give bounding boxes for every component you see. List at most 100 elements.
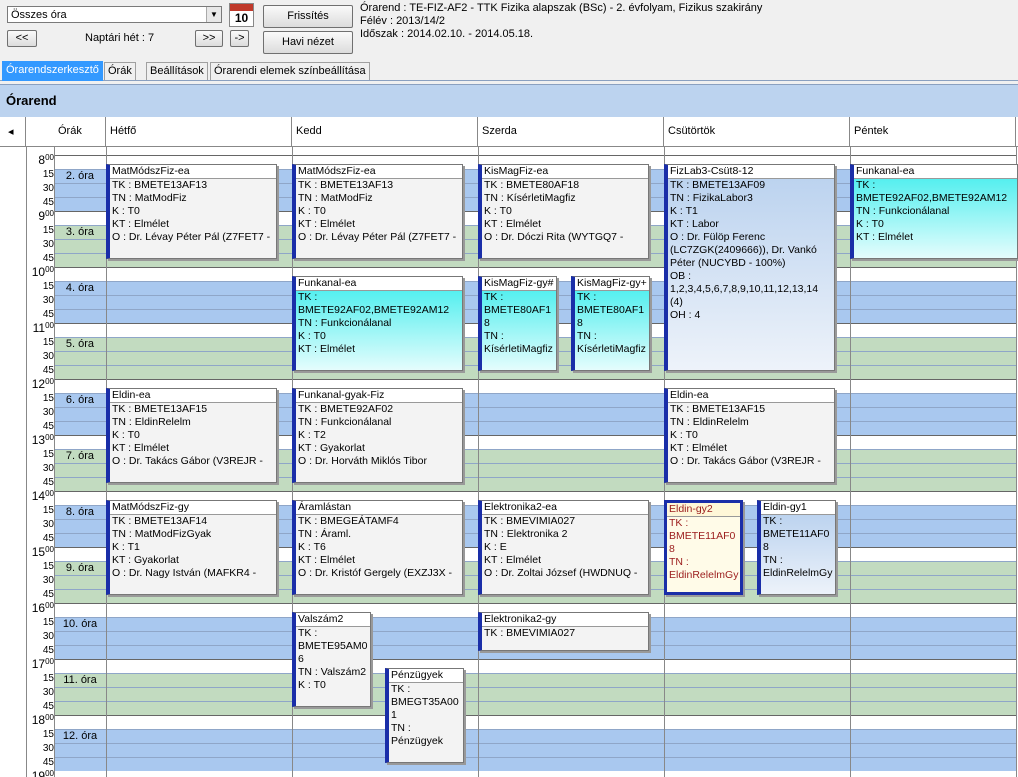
tab-settings[interactable]: Beállítások	[146, 62, 208, 80]
event-card[interactable]: Valszám2 TK : BMETE95AM0 6 TN : Valszám2 K : …	[292, 612, 371, 707]
event-detail: TN : Valszám2	[298, 666, 367, 678]
grid-row	[54, 715, 1016, 729]
minute-label: 15	[42, 617, 54, 628]
filter-combobox-value: Összes óra	[11, 9, 67, 21]
event-detail: O : Dr. Takács Gábor (V3REJR -	[670, 455, 821, 467]
event-detail: TN :	[391, 722, 411, 734]
event-card[interactable]: Elektronika2-gy TK : BMEVIMIA027	[478, 612, 649, 651]
minute-label: 45	[42, 645, 54, 656]
refresh-button[interactable]: Frissítés	[263, 5, 353, 28]
slot-label: 7. óra	[65, 450, 95, 462]
header-friday: Péntek	[850, 117, 1016, 147]
period-info: Időszak : 2014.02.10. - 2014.05.18.	[360, 28, 534, 40]
minute-label: 45	[42, 757, 54, 768]
minute-label: 30	[42, 687, 54, 698]
chevron-down-icon[interactable]: ▼	[206, 7, 221, 22]
minute-label: 15	[42, 673, 54, 684]
event-card[interactable]: MatMódszFiz-ea TK : BMETE13AF13 TN : MatMo…	[292, 164, 463, 259]
minute-label: 30	[42, 631, 54, 642]
event-card[interactable]: Eldin-ea TK : BMETE13AF15 TN : EldinRelelm…	[664, 388, 835, 483]
minute-label: 15	[42, 169, 54, 180]
event-detail: TN : EldinRelelm	[112, 416, 191, 428]
event-detail: 8	[669, 543, 675, 555]
event-title: Eldin-gy1	[761, 501, 835, 515]
slot-label: 10. óra	[62, 618, 98, 630]
tab-color-settings[interactable]: Órarendi elemek színbeállítása	[210, 62, 370, 80]
event-detail: TK : BMETE13AF09	[670, 179, 766, 191]
month-view-button[interactable]: Havi nézet	[263, 31, 353, 54]
minute-label: 15	[42, 505, 54, 516]
event-detail: K : T0	[298, 679, 326, 691]
event-title: Funkanal-ea	[854, 165, 1017, 179]
event-detail: TN : Elektronika 2	[484, 528, 568, 540]
slot-label: 6. óra	[65, 394, 95, 406]
minute-label: 45	[42, 421, 54, 432]
event-detail: O : Dr. Dóczi Rita (WYTGQ7 -	[484, 231, 624, 243]
hour-label: 900	[38, 209, 54, 223]
event-detail: O : Dr. Fülöp Ferenc	[670, 231, 766, 243]
event-detail: TN : MatModFizGyak	[112, 528, 212, 540]
event-detail: TN : MatModFiz	[112, 192, 187, 204]
event-detail: KT : Labor	[670, 218, 719, 230]
event-detail: OB :	[670, 270, 692, 282]
event-card[interactable]: MatMódszFiz-gy TK : BMETE13AF14 TN : MatMo…	[106, 500, 277, 595]
next-week-button[interactable]: >>	[195, 30, 223, 47]
event-title: KisMagFiz-gy+	[575, 277, 649, 291]
event-card[interactable]: FizLab3-Csüt8-12 TK : BMETE13AF09 TN : Fiz…	[664, 164, 835, 371]
hour-label: 1700	[31, 657, 54, 671]
event-detail: K : T0	[298, 330, 326, 342]
event-detail: 8	[484, 317, 490, 329]
tab-lessons[interactable]: Órák	[104, 62, 136, 80]
prev-week-button[interactable]: <<	[7, 30, 37, 47]
minute-label: 45	[42, 589, 54, 600]
event-card[interactable]: KisMagFiz-ea TK : BMETE80AF18 TN : Kísérle…	[478, 164, 649, 259]
event-card[interactable]: Funkanal-ea TK : BMETE92AF02,BMETE92AM12 TN…	[292, 276, 463, 371]
minute-label: 30	[42, 407, 54, 418]
event-detail: KT : Elmélet	[298, 554, 355, 566]
event-card[interactable]: Pénzügyek TK : BMEGT35A00 1 TN : Pénzügyek	[385, 668, 464, 763]
event-card[interactable]: Eldin-gy1 TK : BMETE11AF0 8 TN : EldinRelelmG…	[757, 500, 836, 595]
event-card[interactable]: Áramlástan TK : BMEGEÁTAMF4 TN : Áraml. K :…	[292, 500, 463, 595]
minute-label: 30	[42, 463, 54, 474]
tab-timetable-editor[interactable]: Órarendszerkesztő	[2, 61, 103, 81]
calendar-icon[interactable]: 10	[229, 3, 254, 27]
event-detail: Pénzügyek	[391, 735, 443, 747]
event-card[interactable]: Elektronika2-ea TK : BMEVIMIA027 TN : Elek…	[478, 500, 649, 595]
minute-label: 15	[42, 393, 54, 404]
event-title: Funkanal-gyak-Fiz	[296, 389, 462, 403]
event-card[interactable]: MatMódszFiz-ea TK : BMETE13AF13 TN : MatMo…	[106, 164, 277, 259]
minute-label: 15	[42, 225, 54, 236]
grid-row	[54, 757, 1016, 771]
event-detail: 8	[577, 317, 583, 329]
hour-label: 800	[38, 153, 54, 167]
event-card[interactable]: Funkanal-gyak-Fiz TK : BMETE92AF02 TN : Fu…	[292, 388, 463, 483]
event-card[interactable]: Eldin-ea TK : BMETE13AF15 TN : EldinRelelm…	[106, 388, 277, 483]
slot-label: 9. óra	[65, 562, 95, 574]
event-card[interactable]: KisMagFiz-gy# TK : BMETE80AF1 8 TN : Kísérlet…	[478, 276, 557, 371]
next-small-button[interactable]: ->	[230, 30, 249, 47]
event-detail: 6	[298, 653, 304, 665]
slot-label: 11. óra	[63, 674, 97, 686]
event-detail: KísérletiMagfiz	[577, 343, 646, 355]
event-detail: TN : MatModFiz	[298, 192, 373, 204]
minute-label: 45	[42, 365, 54, 376]
scroll-left-icon[interactable]: ◂	[0, 117, 26, 147]
event-title: Pénzügyek	[389, 669, 463, 683]
event-detail: KT : Elmélet	[484, 218, 541, 230]
calendar-icon-day: 10	[234, 11, 249, 25]
hour-label: 1400	[31, 489, 54, 503]
semester-info: Félév : 2013/14/2	[360, 15, 446, 27]
filter-combobox[interactable]: Összes óra ▼	[7, 6, 222, 23]
event-detail: 1,2,3,4,5,6,7,8,9,10,11,12,13,14	[670, 283, 819, 295]
hour-label: 1900	[31, 769, 54, 777]
event-detail: TN : EldinRelelm	[670, 416, 749, 428]
event-card[interactable]: Eldin-gy2 TK : BMETE11AF0 8 TN : EldinRelelmG…	[664, 500, 743, 595]
grid-row	[54, 687, 1016, 701]
event-card[interactable]: Funkanal-ea TK : BMETE92AF02,BMETE92AM12 TN…	[850, 164, 1018, 259]
slot-label: 12. óra	[62, 730, 98, 742]
event-card[interactable]: KisMagFiz-gy+ TK : BMETE80AF1 8 TN : Kísérlet…	[571, 276, 650, 371]
header-hours: Órák	[54, 117, 106, 147]
event-detail: K : E	[484, 541, 507, 553]
event-detail: OH : 4	[670, 309, 701, 321]
event-detail: TK : BMETE92AF02	[298, 403, 394, 415]
